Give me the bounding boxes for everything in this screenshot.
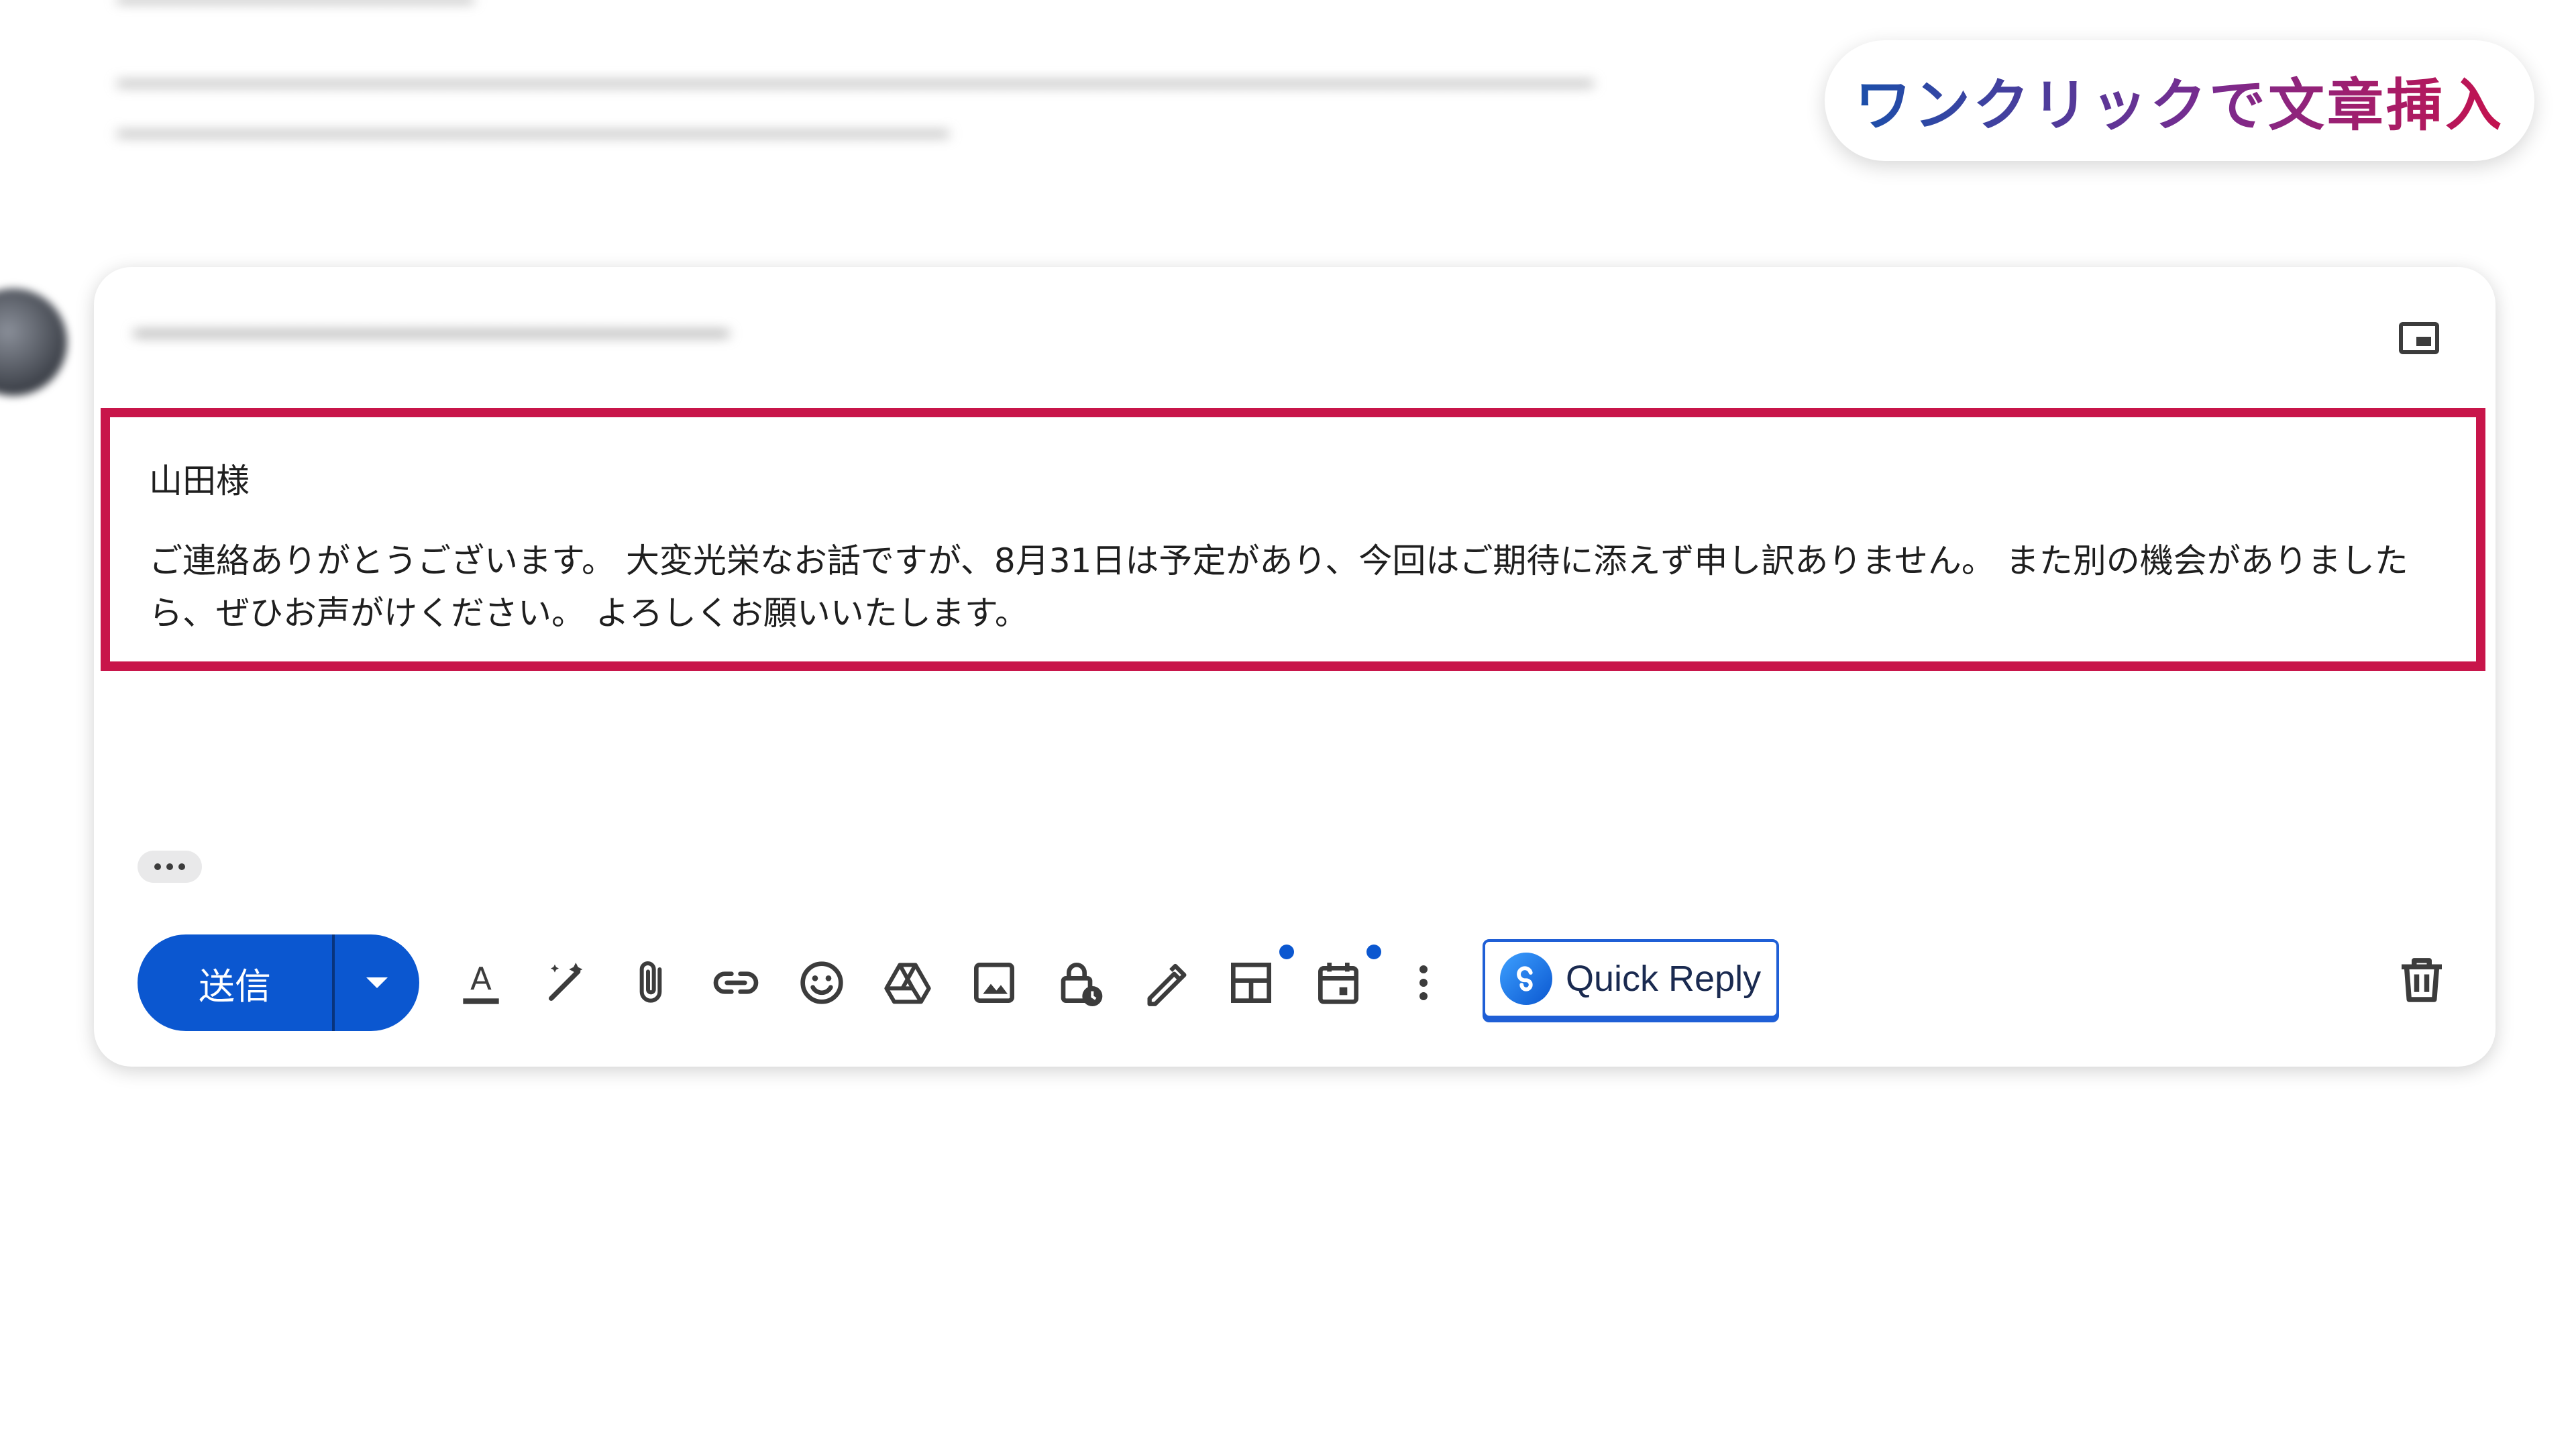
layout-icon[interactable] bbox=[1221, 953, 1281, 1013]
message-body-highlight[interactable]: 山田様 ご連絡ありがとうございます。 大変光栄なお話ですが、8月31日は予定があ… bbox=[101, 408, 2485, 671]
feature-badge: ワンクリックで文章挿入 bbox=[1825, 40, 2534, 161]
send-split-button: 送信 bbox=[138, 934, 419, 1031]
message-greeting: 山田様 bbox=[149, 462, 250, 500]
dot-icon bbox=[154, 863, 161, 870]
popout-icon[interactable] bbox=[2399, 322, 2439, 354]
avatar bbox=[0, 288, 67, 396]
discard-draft-icon[interactable] bbox=[2392, 949, 2452, 1010]
send-button[interactable]: 送信 bbox=[138, 934, 332, 1031]
background-line: ━━━━━━━━━━━━━━━━━━━━━━━━━━━━━━━━━━━━━━━━… bbox=[117, 117, 949, 150]
schedule-icon[interactable] bbox=[1308, 953, 1368, 1013]
dot-icon bbox=[178, 863, 185, 870]
svg-text:A: A bbox=[470, 961, 492, 998]
message-text: ご連絡ありがとうございます。 大変光栄なお話ですが、8月31日は予定があり、今回… bbox=[149, 541, 2408, 633]
background-line: ━━━━━━━━━━━━━━━━━━━━━━━━━━━━━━━━━━━━━━━━… bbox=[117, 67, 1593, 100]
quick-reply-button[interactable]: Quick Reply bbox=[1483, 939, 1779, 1018]
drive-icon[interactable] bbox=[877, 953, 938, 1013]
link-icon[interactable] bbox=[706, 953, 766, 1013]
background-line: ━━━━━━━━━━━━━━━━━━━━━ bbox=[117, 0, 474, 16]
ai-write-icon[interactable] bbox=[537, 953, 597, 1013]
signature-icon[interactable] bbox=[1135, 953, 1195, 1013]
more-options-icon[interactable] bbox=[1393, 953, 1454, 1013]
new-feature-dot bbox=[1366, 945, 1381, 959]
recipient-field[interactable]: ━━━━━━━━━━━━━━━━━━━━━━━━━━━━━━━━ bbox=[134, 315, 729, 352]
image-icon[interactable] bbox=[964, 953, 1024, 1013]
quick-reply-label: Quick Reply bbox=[1566, 959, 1762, 999]
attach-icon[interactable] bbox=[621, 953, 681, 1013]
confidential-icon[interactable] bbox=[1050, 953, 1110, 1013]
quick-reply-logo-icon bbox=[1500, 953, 1552, 1005]
show-trimmed-content-button[interactable] bbox=[138, 851, 202, 883]
formatting-icon[interactable]: A bbox=[451, 953, 511, 1013]
new-feature-dot bbox=[1279, 945, 1294, 959]
chevron-down-icon bbox=[366, 977, 388, 988]
emoji-icon[interactable] bbox=[792, 953, 852, 1013]
dot-icon bbox=[166, 863, 173, 870]
badge-text: ワンクリックで文章挿入 bbox=[1855, 60, 2504, 142]
